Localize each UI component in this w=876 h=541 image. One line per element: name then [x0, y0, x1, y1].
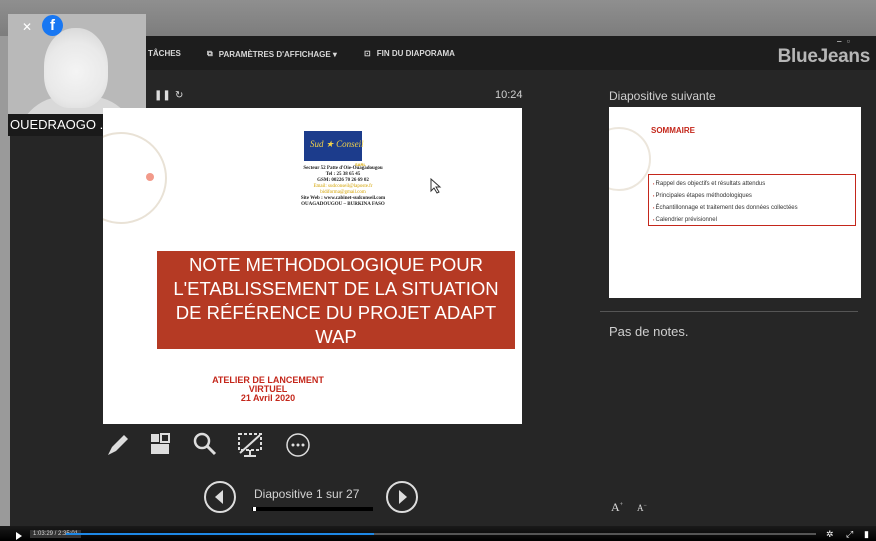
seek-progress	[66, 533, 374, 535]
tasks-menu[interactable]: TÂCHES	[148, 49, 181, 58]
next-slide-preview[interactable]: SOMMAIRE Rappel des objectifs et résulta…	[609, 107, 861, 298]
logo-text: Sud ★ Conseil	[310, 139, 364, 149]
slide-decoration-dot	[146, 173, 154, 181]
speaker-notes: Pas de notes.	[609, 324, 689, 339]
slide-title-line: WAP	[315, 326, 357, 347]
window-controls-icon[interactable]: – ▫	[837, 36, 850, 46]
zoom-icon[interactable]	[192, 431, 218, 457]
agenda-item: Rappel des objectifs et résultats attend…	[653, 178, 855, 190]
agenda-item: Principales étapes méthodologiques	[653, 190, 855, 202]
play-icon[interactable]	[16, 532, 22, 540]
all-slides-icon[interactable]	[148, 431, 174, 457]
slide-title-line: DE RÉFÉRENCE DU PROJET ADAPT	[175, 302, 497, 323]
next-slide-title: SOMMAIRE	[651, 126, 695, 135]
reset-timer-icon[interactable]: ↻	[175, 90, 183, 101]
seek-bar[interactable]	[66, 533, 816, 535]
agenda-item: Calendrier prévisionnel	[653, 214, 855, 226]
fullscreen-icon[interactable]: ⤢	[846, 529, 853, 540]
next-slide-icon[interactable]	[385, 480, 419, 514]
agenda-box: Rappel des objectifs et résultats attend…	[648, 174, 856, 226]
agenda-item: Échantillonnage et traitement des donnée…	[653, 202, 855, 214]
slide-progress-marker	[253, 507, 256, 511]
presentation-timer: 10:24	[495, 89, 523, 101]
sud-conseil-logo: Sud ★ Conseil	[304, 131, 364, 161]
mouse-cursor-icon	[430, 178, 442, 194]
event-info: ATELIER DE LANCEMENT VIRTUEL 21 Avril 20…	[183, 376, 353, 403]
increase-font-button[interactable]: A+	[611, 500, 623, 515]
slide-decoration-arc	[103, 132, 167, 224]
slide-title-line: L'ETABLISSEMENT DE LA SITUATION	[173, 278, 499, 299]
display-settings-label: PARAMÈTRES D'AFFICHAGE ▾	[218, 49, 337, 59]
previous-slide-icon[interactable]	[203, 480, 237, 514]
next-slide-label: Diapositive suivante	[609, 89, 716, 103]
slide-decoration-arc	[609, 127, 651, 191]
display-settings-icon: ⧉	[207, 49, 213, 58]
pause-icon[interactable]: ❚❚	[154, 90, 171, 101]
black-screen-icon[interactable]	[236, 431, 264, 459]
facebook-icon[interactable]: f	[42, 15, 63, 36]
bluejeans-logo: BlueJeans	[777, 46, 871, 67]
increase-font-label: A	[611, 500, 620, 514]
tasks-label: TÂCHES	[148, 49, 181, 58]
current-slide[interactable]: Sud ★ Conseil SARL Secteur 52 Patte d'Oi…	[103, 108, 522, 424]
display-settings-menu[interactable]: ⧉ PARAMÈTRES D'AFFICHAGE ▾	[207, 49, 337, 59]
slide-title-line: NOTE METHODOLOGIQUE POUR	[189, 254, 483, 275]
volume-icon[interactable]: ▮	[864, 529, 869, 540]
decrease-font-button[interactable]: A−	[637, 503, 647, 513]
contact-block: Secteur 52 Patte d'Oie-Ouagadougou Tel :…	[263, 166, 423, 208]
participant-avatar	[44, 28, 108, 108]
slide-title-banner: NOTE METHODOLOGIQUE POUR L'ETABLISSEMENT…	[157, 251, 515, 349]
event-date: 21 Avril 2020	[240, 393, 296, 403]
slide-counter: Diapositive 1 sur 27	[254, 487, 360, 501]
notes-divider	[600, 311, 858, 312]
end-slideshow-icon: ⊡	[364, 49, 371, 58]
slide-progress-bar	[252, 507, 373, 511]
close-icon[interactable]: ✕	[22, 20, 32, 34]
end-slideshow-button[interactable]: ⊡ FIN DU DIAPORAMA	[364, 49, 455, 58]
more-options-icon[interactable]	[284, 431, 312, 459]
end-slideshow-label: FIN DU DIAPORAMA	[376, 49, 455, 58]
contact-line: OUAGADOUGOU – BURKINA FASO	[301, 202, 385, 207]
pen-icon[interactable]	[104, 431, 132, 459]
settings-icon[interactable]: ✲	[826, 529, 834, 540]
